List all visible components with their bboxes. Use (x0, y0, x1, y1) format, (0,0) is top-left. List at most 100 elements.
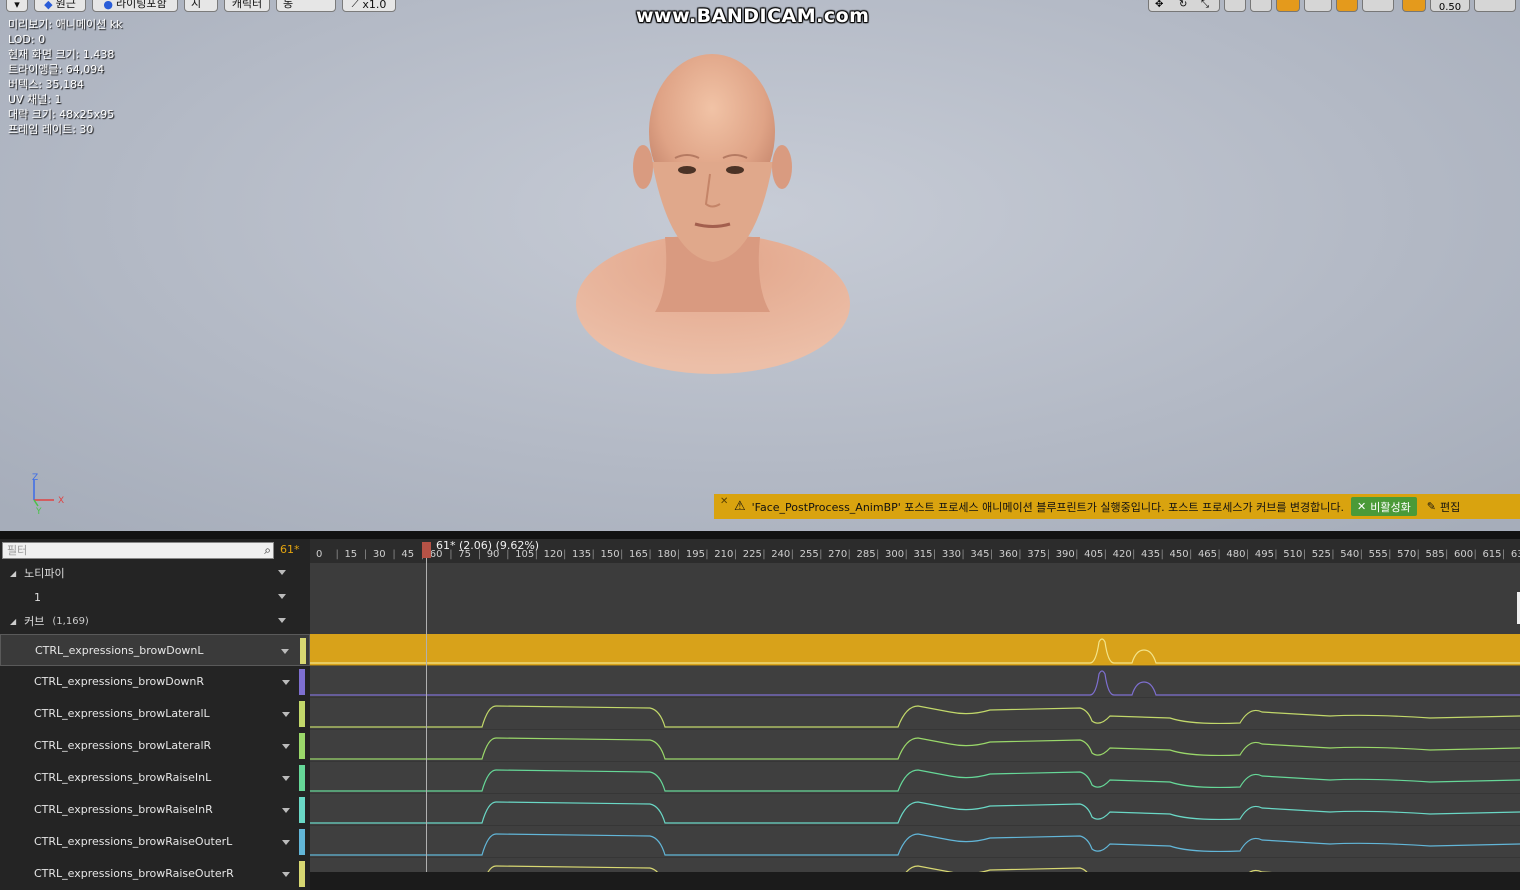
viewport-options-button[interactable]: ▾ (6, 0, 28, 12)
playhead-line (426, 558, 427, 872)
curve-color-swatch[interactable] (300, 638, 306, 664)
maximize-icon[interactable] (1474, 0, 1516, 12)
curve-row[interactable]: CTRL_expressions_browRaiseOuterL (0, 826, 310, 858)
warning-icon: ⚠ (734, 499, 746, 514)
lit-sphere-icon: ● (103, 0, 113, 11)
chevron-down-icon[interactable] (278, 570, 286, 575)
ruler-tick-mark: | (1445, 549, 1449, 560)
chevron-down-icon[interactable] (282, 680, 290, 685)
camera-speed-icon[interactable]: 0.50 (1430, 0, 1470, 13)
notifies-group[interactable]: ◢ 노티파이 (0, 561, 300, 585)
curve-tracks-svg (310, 563, 1520, 872)
ruler-tick-mark: | (1075, 549, 1079, 560)
close-icon[interactable]: ✕ (720, 496, 728, 507)
viewport[interactable]: ▾ ◆원근 ●라이팅포함 표시 캐릭터 LOD 자동 ⟋x1.0 ✥ ↻ ⤡ 0… (0, 0, 1520, 531)
ruler-tick-label: 360 (998, 549, 1018, 560)
curve-color-swatch[interactable] (299, 861, 305, 887)
ruler-tick-label: 405 (1084, 549, 1104, 560)
curve-row[interactable]: CTRL_expressions_browRaiseInL (0, 762, 310, 794)
ruler-tick-mark: | (1331, 549, 1335, 560)
grid-snap-icon[interactable] (1276, 0, 1300, 12)
ruler-tick-label: 525 (1311, 549, 1331, 560)
ruler-tick-label: 180 (657, 549, 677, 560)
ruler-tick-label: 150 (600, 549, 620, 560)
curve-color-swatch[interactable] (299, 765, 305, 791)
search-icon[interactable]: ⌕ (264, 543, 271, 558)
world-icon[interactable] (1224, 0, 1246, 12)
ruler-tick-mark: | (1217, 549, 1221, 560)
ruler-tick-mark: | (1388, 549, 1392, 560)
rotate-icon[interactable]: ↻ (1179, 0, 1187, 10)
disable-postprocess-button[interactable]: ✕ 비활성화 (1351, 497, 1417, 516)
playhead-handle[interactable] (422, 542, 431, 558)
ruler-tick-label: 0 (316, 549, 323, 560)
scale-icon[interactable]: ⤡ (1201, 0, 1209, 10)
axis-y-label: Y (35, 507, 42, 515)
transform-icon[interactable]: ✥ (1155, 0, 1163, 10)
curve-color-swatch[interactable] (299, 829, 305, 855)
chevron-down-icon[interactable] (282, 808, 290, 813)
ruler-tick-label: 255 (799, 549, 819, 560)
curve-row[interactable]: CTRL_expressions_browDownR (0, 666, 310, 698)
perspective-icon: ◆ (44, 0, 53, 11)
curve-color-swatch[interactable] (299, 701, 305, 727)
chevron-down-icon[interactable] (278, 618, 286, 623)
grid-icon[interactable] (1304, 0, 1332, 12)
snap-icon[interactable] (1250, 0, 1272, 12)
viewport-stats: 미리보기: 애니메이션 kk LOD: 0 현재 화면 크기: 1.438 트라… (8, 17, 123, 137)
show-button[interactable]: 표시 (184, 0, 218, 12)
character-head-preview[interactable] (570, 52, 860, 382)
curve-color-swatch[interactable] (299, 733, 305, 759)
perspective-button[interactable]: ◆ 원근 (34, 0, 86, 12)
chevron-down-icon[interactable] (282, 744, 290, 749)
ruler-tick-label: 375 (1027, 549, 1047, 560)
character-button[interactable]: 캐릭터 (224, 0, 270, 12)
expand-triangle-icon[interactable]: ◢ (10, 569, 16, 578)
lod-button[interactable]: LOD 자동 (276, 0, 336, 12)
stat-triangles: 트라이앵글: 64,094 (8, 63, 105, 76)
curve-track-area[interactable] (310, 563, 1520, 872)
ruler-tick-label: 195 (685, 549, 705, 560)
ruler-tick-mark: | (1160, 549, 1164, 560)
curve-track-bg (310, 762, 1520, 794)
playback-speed-button[interactable]: ⟋ x1.0 (342, 0, 396, 12)
panel-divider[interactable] (0, 531, 1520, 539)
ruler-tick-label: 63 (1510, 549, 1520, 560)
curve-color-swatch[interactable] (299, 669, 305, 695)
ruler-tick-label: 135 (572, 549, 592, 560)
notify-track-row[interactable]: 1 (0, 585, 300, 609)
chevron-down-icon: ▾ (14, 0, 20, 11)
chevron-down-icon[interactable] (282, 840, 290, 845)
chevron-down-icon[interactable] (281, 649, 289, 654)
curve-row[interactable]: CTRL_expressions_browLateralL (0, 698, 310, 730)
ruler-tick-mark: | (961, 549, 965, 560)
timeline-panel[interactable]: 015|30|45|60|75|90|105|120|135|150|165|1… (310, 539, 1520, 872)
scale-snap-icon[interactable] (1402, 0, 1426, 12)
ruler-tick-mark: | (1274, 549, 1278, 560)
angle-snap-icon[interactable] (1336, 0, 1358, 12)
chevron-down-icon[interactable] (282, 712, 290, 717)
transform-tools-group[interactable]: ✥ ↻ ⤡ (1148, 0, 1220, 12)
lighting-mode-button[interactable]: ● 라이팅포함 (92, 0, 178, 12)
angle-icon[interactable] (1362, 0, 1394, 12)
curve-track-bg (310, 634, 1520, 666)
curve-row[interactable]: CTRL_expressions_browDownL (0, 634, 310, 666)
expand-triangle-icon[interactable]: ◢ (10, 617, 16, 626)
curve-row[interactable]: CTRL_expressions_browRaiseOuterR (0, 858, 310, 890)
chevron-down-icon[interactable] (282, 776, 290, 781)
curves-group[interactable]: ◢ 커브 (1,169) (0, 609, 300, 633)
stat-preview: 미리보기: 애니메이션 kk (8, 18, 123, 31)
chevron-down-icon[interactable] (282, 872, 290, 877)
curve-color-swatch[interactable] (299, 797, 305, 823)
chevron-down-icon[interactable] (278, 594, 286, 599)
ruler-tick-label: 390 (1055, 549, 1075, 560)
curve-row[interactable]: CTRL_expressions_browLateralR (0, 730, 310, 762)
stat-approx-size: 대략 크기: 48x25x95 (8, 108, 115, 121)
ruler-tick-label: 585 (1425, 549, 1445, 560)
ruler-tick-mark: | (1188, 549, 1193, 560)
ruler-tick-mark: | (591, 549, 595, 560)
filter-input[interactable]: 필터 ⌕ (2, 542, 274, 559)
ruler-tick-label: 285 (856, 549, 876, 560)
edit-postprocess-button[interactable]: ✎ 편집 (1427, 499, 1460, 515)
curve-row[interactable]: CTRL_expressions_browRaiseInR (0, 794, 310, 826)
